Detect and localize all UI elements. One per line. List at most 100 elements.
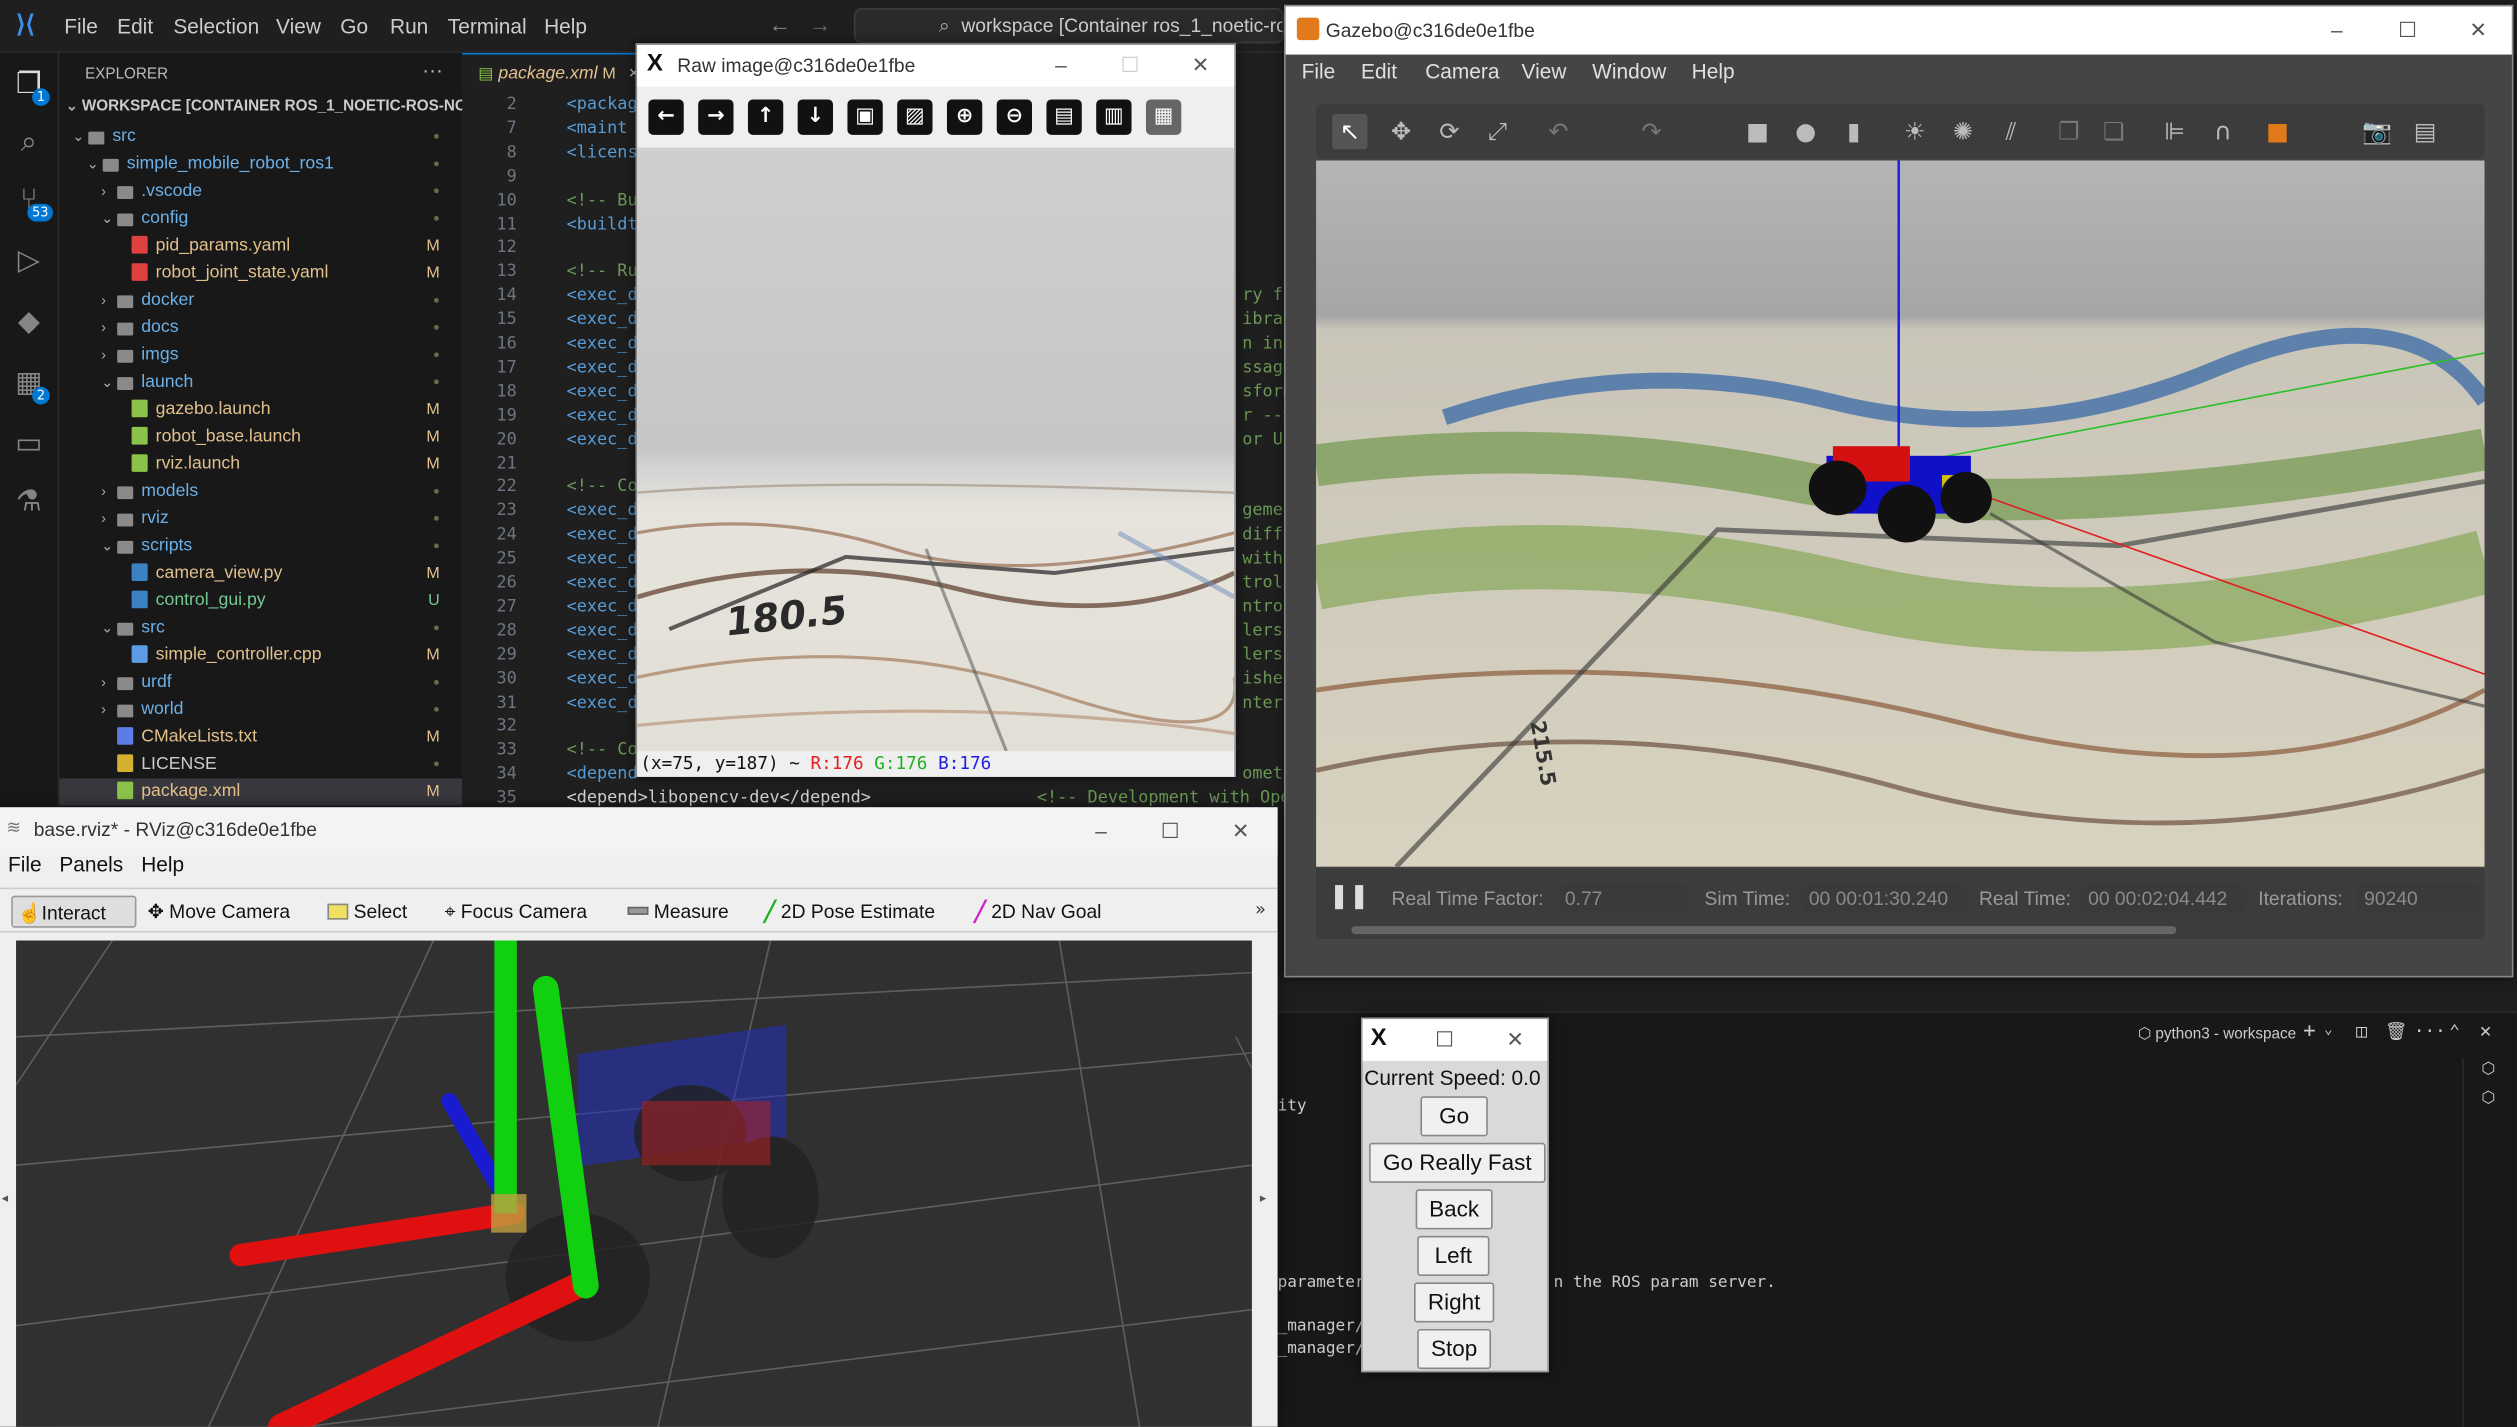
menu-go[interactable]: Go (340, 14, 368, 38)
select-mode-icon[interactable]: ↖ (1332, 113, 1368, 150)
tree-item[interactable]: ⌄ scripts ● (59, 533, 462, 560)
image-viewer-titlebar[interactable]: X Raw image@c316de0e1fbe – ☐ ✕ (637, 44, 1235, 87)
split-terminal-icon[interactable]: ◫ (2356, 1021, 2367, 1042)
pan-right-icon[interactable]: → (698, 99, 734, 135)
gazebo-menu-file[interactable]: File (1302, 59, 1336, 83)
menu-terminal[interactable]: Terminal (448, 14, 527, 38)
tree-item[interactable]: › docker ● (59, 287, 462, 314)
tree-item[interactable]: › docs ● (59, 315, 462, 342)
tool-2d-pose-estimate[interactable]: ╱ 2D Pose Estimate (764, 896, 935, 928)
gazebo-menu-edit[interactable]: Edit (1361, 59, 1397, 83)
add-terminal-icon[interactable]: + (2303, 1019, 2316, 1043)
editor-tab[interactable]: ▤ package.xml M × (462, 52, 639, 92)
tool-interact[interactable]: ☝Interact (11, 895, 137, 928)
rviz-right-collapse-icon[interactable]: ▸ (1260, 1191, 1266, 1205)
explorer-more-icon[interactable]: ··· (422, 58, 443, 82)
pause-icon[interactable]: ❚❚ (1329, 881, 1369, 910)
menu-view[interactable]: View (276, 14, 321, 38)
close-panel-icon[interactable]: ✕ (2480, 1019, 2492, 1041)
zoom-out-icon[interactable]: ⊖ (996, 99, 1033, 135)
tree-item[interactable]: ⌄ src ● (59, 615, 462, 642)
menu-file[interactable]: File (64, 14, 98, 38)
left-button[interactable]: Left (1417, 1235, 1490, 1276)
zoom-original-icon[interactable]: ▨ (897, 99, 933, 135)
timeline-scrollbar[interactable] (1351, 926, 2177, 935)
remote-explorer-icon[interactable]: ▭ (13, 428, 45, 461)
zoom-in-icon[interactable]: ⊕ (946, 99, 983, 135)
go-really-fast-button[interactable]: Go Really Fast (1369, 1142, 1546, 1183)
go-button[interactable]: Go (1420, 1096, 1488, 1137)
maximize-icon[interactable]: ☐ (2390, 13, 2425, 48)
tree-item[interactable]: › rviz ● (59, 506, 462, 533)
point-light-icon[interactable]: ☀ (1897, 114, 1932, 149)
rviz-titlebar[interactable]: ≋ base.rviz* - RViz@c316de0e1fbe – ☐ ✕ (0, 807, 1278, 856)
redo-icon[interactable]: ↷ (1634, 114, 1669, 149)
gazebo-robot-model[interactable] (1808, 446, 1992, 543)
change-view-icon[interactable]: ■ (2260, 114, 2295, 149)
control-gui-titlebar[interactable]: X ☐ ✕ (1362, 1019, 1548, 1061)
python-icon[interactable]: ◆ (13, 306, 45, 339)
rotate-mode-icon[interactable]: ⟳ (1432, 114, 1467, 149)
directional-light-icon[interactable]: ⫽ (1993, 114, 2028, 149)
tree-item[interactable]: › models ● (59, 478, 462, 505)
workspace-title[interactable]: ⌄ WORKSPACE [CONTAINER ROS_1_NOETIC-ROS-N… (66, 98, 519, 116)
search-icon[interactable]: ⌕ (13, 126, 45, 159)
log-icon[interactable]: ▤ (2408, 114, 2443, 149)
tree-item[interactable]: ⌄ simple_mobile_robot_ros1 ● (59, 151, 462, 178)
gazebo-menu-help[interactable]: Help (1692, 59, 1735, 83)
maximize-icon[interactable]: ☐ (1427, 1022, 1462, 1057)
tool-2d-nav-goal[interactable]: ╱ 2D Nav Goal (974, 896, 1101, 928)
pan-left-icon[interactable]: ← (648, 99, 684, 135)
scale-mode-icon[interactable]: ⤢ (1480, 114, 1515, 149)
gazebo-menu-window[interactable]: Window (1592, 59, 1666, 83)
tree-item[interactable]: › .vscode ● (59, 178, 462, 205)
tool-select[interactable]: Select (327, 896, 407, 928)
back-arrow-icon[interactable]: ← (769, 11, 791, 37)
chevron-down-icon[interactable]: ⌄ (2324, 1022, 2333, 1038)
rviz-menu-help[interactable]: Help (141, 852, 184, 876)
tree-item[interactable]: › urdf ● (59, 669, 462, 696)
tool-measure[interactable]: Measure (627, 896, 729, 928)
terminal-list-icon[interactable]: ⬡ (2481, 1061, 2495, 1079)
maximize-panel-icon[interactable]: ⌃ (2449, 1021, 2460, 1042)
run-debug-icon[interactable]: ▷ (13, 245, 45, 278)
close-icon[interactable]: ✕ (1183, 48, 1218, 83)
translate-mode-icon[interactable]: ✥ (1384, 114, 1419, 149)
minimize-icon[interactable]: – (1043, 48, 1078, 83)
command-center-search[interactable]: ⌕ workspace [Container ros_1_noetic-ros- (853, 8, 1284, 44)
tree-item[interactable]: ⌄ launch ● (59, 369, 462, 396)
stop-button[interactable]: Stop (1417, 1328, 1492, 1370)
copy-icon[interactable]: ❐ (2051, 114, 2086, 149)
tree-item[interactable]: rviz.launch M (59, 451, 462, 478)
tree-item[interactable]: simple_controller.cpp M (59, 642, 462, 669)
tree-item[interactable]: robot_joint_state.yaml M (59, 260, 462, 287)
toolbar-overflow-icon[interactable]: » (1255, 899, 1266, 920)
cylinder-shape-icon[interactable]: ▮ (1836, 114, 1871, 149)
right-button[interactable]: Right (1414, 1282, 1495, 1323)
sphere-shape-icon[interactable]: ● (1788, 114, 1823, 149)
tree-item[interactable]: control_gui.py U (59, 587, 462, 614)
snap-icon[interactable]: ∩ (2205, 114, 2240, 149)
tree-item[interactable]: ⌄ src ● (59, 124, 462, 151)
terminal-tab[interactable]: ⬡ python3 - workspace (2138, 1026, 2296, 1044)
tool-move-camera[interactable]: ✥ Move Camera (148, 896, 290, 928)
gazebo-titlebar[interactable]: Gazebo@c316de0e1fbe – ☐ ✕ (1285, 6, 2512, 55)
more-icon[interactable]: ··· (2414, 1021, 2446, 1042)
tool-focus-camera[interactable]: ⌖ Focus Camera (445, 896, 588, 928)
tree-item[interactable]: pid_params.yaml M (59, 233, 462, 260)
close-icon[interactable]: ✕ (2460, 13, 2495, 48)
tree-item[interactable]: LICENSE ● (59, 751, 462, 778)
copy-icon[interactable]: ▥ (1096, 99, 1132, 135)
box-shape-icon[interactable]: ■ (1740, 114, 1775, 149)
menu-edit[interactable]: Edit (117, 14, 153, 38)
minimize-icon[interactable]: – (2319, 13, 2354, 48)
tree-item[interactable]: › world ● (59, 697, 462, 724)
undo-icon[interactable]: ↶ (1541, 114, 1576, 149)
tree-item[interactable]: › imgs ● (59, 342, 462, 369)
camera-image[interactable]: 180.5 (637, 147, 1235, 752)
tree-item[interactable]: gazebo.launch M (59, 396, 462, 423)
pan-down-icon[interactable]: ↓ (797, 99, 833, 135)
maximize-icon[interactable]: ☐ (1152, 814, 1187, 849)
rviz-left-collapse-icon[interactable]: ◂ (2, 1191, 8, 1205)
tree-item[interactable]: robot_base.launch M (59, 424, 462, 451)
